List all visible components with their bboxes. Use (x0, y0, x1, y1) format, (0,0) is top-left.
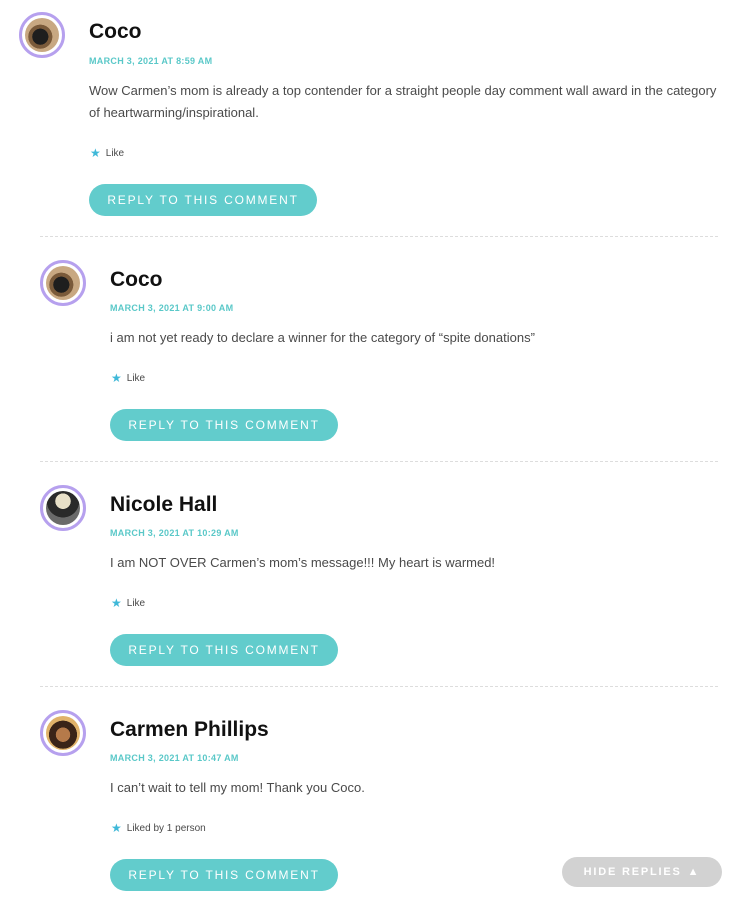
like-label: Like (126, 597, 146, 609)
reply-button[interactable]: REPLY TO THIS COMMENT (110, 859, 338, 891)
reply-button[interactable]: REPLY TO THIS COMMENT (110, 409, 338, 441)
like-label: Like (126, 372, 146, 384)
avatar[interactable] (40, 260, 86, 306)
comment-author[interactable]: Nicole Hall (110, 493, 217, 517)
comment-date[interactable]: MARCH 3, 2021 AT 9:00 AM (110, 303, 233, 313)
comment-text: I am NOT OVER Carmen’s mom’s message!!! … (110, 555, 496, 570)
star-icon: ★ (111, 596, 122, 610)
comment-date[interactable]: MARCH 3, 2021 AT 8:59 AM (89, 56, 212, 66)
avatar[interactable] (40, 485, 86, 531)
star-icon: ★ (111, 821, 122, 835)
divider (40, 461, 718, 462)
divider (40, 236, 718, 237)
like-button[interactable]: ★ Liked by 1 person (111, 821, 206, 835)
reply-button[interactable]: REPLY TO THIS COMMENT (89, 184, 317, 216)
comment-date[interactable]: MARCH 3, 2021 AT 10:47 AM (110, 753, 239, 763)
comment-author[interactable]: Coco (89, 20, 142, 44)
star-icon: ★ (111, 371, 122, 385)
like-label: Like (105, 147, 125, 159)
like-button[interactable]: ★ Like (111, 596, 145, 610)
comment-text: i am not yet ready to declare a winner f… (110, 330, 535, 345)
divider (40, 686, 718, 687)
comment-date[interactable]: MARCH 3, 2021 AT 10:29 AM (110, 528, 239, 538)
comment-author[interactable]: Carmen Phillips (110, 718, 269, 742)
like-label: Liked by 1 person (126, 822, 206, 834)
hide-replies-button[interactable]: HIDE REPLIES ▲ (562, 857, 722, 887)
comment-author[interactable]: Coco (110, 268, 163, 292)
comment-text: I can’t wait to tell my mom! Thank you C… (110, 780, 365, 795)
triangle-up-icon: ▲ (687, 866, 701, 878)
avatar[interactable] (40, 710, 86, 756)
like-button[interactable]: ★ Like (90, 146, 124, 160)
reply-button[interactable]: REPLY TO THIS COMMENT (110, 634, 338, 666)
star-icon: ★ (90, 146, 101, 160)
comment-text: Wow Carmen’s mom is already a top conten… (89, 83, 717, 120)
hide-replies-label: HIDE REPLIES (583, 866, 682, 878)
like-button[interactable]: ★ Like (111, 371, 145, 385)
avatar[interactable] (19, 12, 65, 58)
